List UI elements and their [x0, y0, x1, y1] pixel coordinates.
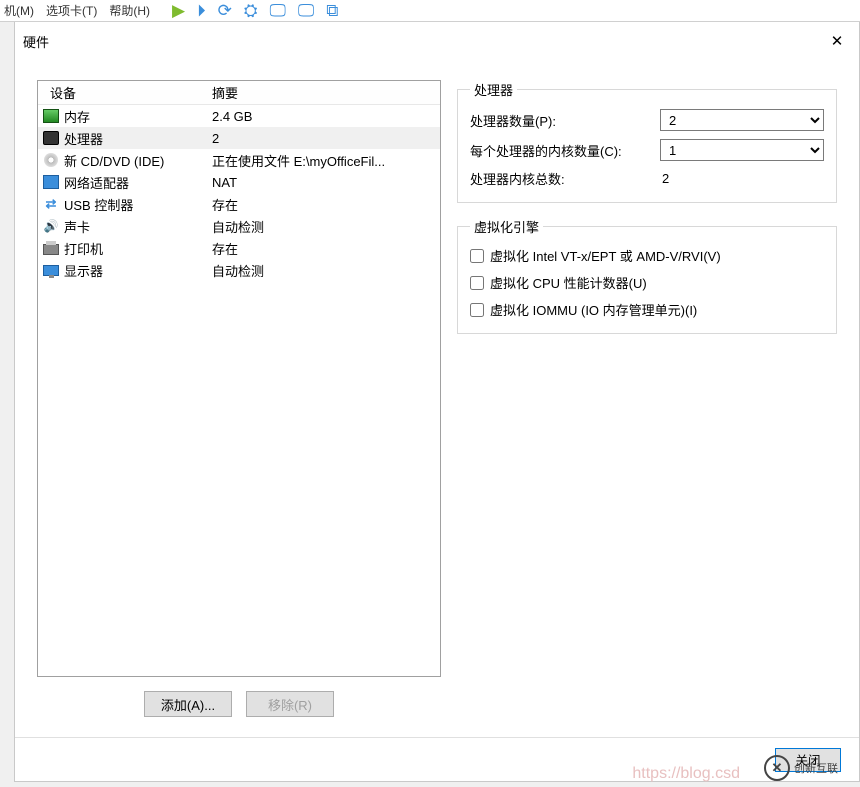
- usb-icon: ⇄: [43, 197, 59, 211]
- device-panel: 设备 摘要 内存 2.4 GB 处理器 2: [37, 80, 441, 717]
- tool-icon[interactable]: ⧉: [326, 1, 338, 21]
- device-row-printer[interactable]: 打印机 存在: [38, 237, 440, 259]
- play-icon[interactable]: ▶: [172, 1, 185, 21]
- device-list-header: 设备 摘要: [38, 81, 440, 105]
- add-device-button[interactable]: 添加(A)...: [144, 691, 232, 717]
- printer-icon: [43, 244, 59, 255]
- vt-x-checkbox[interactable]: [470, 249, 484, 263]
- menu-item[interactable]: 选项卡(T): [46, 2, 97, 19]
- virtualization-group: 虚拟化引擎 虚拟化 Intel VT-x/EPT 或 AMD-V/RVI(V) …: [457, 217, 837, 334]
- device-list: 设备 摘要 内存 2.4 GB 处理器 2: [37, 80, 441, 677]
- menu-item[interactable]: 帮助(H): [109, 2, 150, 19]
- display-icon: [43, 265, 59, 276]
- header-summary: 摘要: [212, 83, 440, 102]
- memory-icon: [43, 109, 59, 123]
- dialog-title: 硬件: [23, 32, 49, 51]
- tool-icon[interactable]: ⟳: [218, 1, 232, 21]
- cores-per-processor-select[interactable]: 1: [660, 139, 824, 161]
- total-cores-value: 2: [660, 171, 824, 186]
- device-row-sound[interactable]: 🔊 声卡 自动检测: [38, 215, 440, 237]
- device-row-display[interactable]: 显示器 自动检测: [38, 259, 440, 281]
- cores-per-processor-label: 每个处理器的内核数量(C):: [470, 141, 660, 160]
- vm-icon[interactable]: ⏵: [197, 1, 206, 21]
- cpu-perf-checkbox-row[interactable]: 虚拟化 CPU 性能计数器(U): [470, 273, 824, 292]
- dialog-titlebar: 硬件 ✕: [15, 22, 859, 60]
- iommu-label: 虚拟化 IOMMU (IO 内存管理单元)(I): [490, 300, 697, 319]
- menu-item[interactable]: 机(M): [4, 2, 34, 19]
- tool-icon[interactable]: 🖵: [269, 1, 285, 21]
- device-row-cddvd[interactable]: 新 CD/DVD (IDE) 正在使用文件 E:\myOfficeFil...: [38, 149, 440, 171]
- close-icon[interactable]: ✕: [815, 22, 859, 60]
- tool-icon[interactable]: ⛭: [244, 1, 258, 21]
- network-icon: [43, 175, 59, 189]
- device-row-usb[interactable]: ⇄ USB 控制器 存在: [38, 193, 440, 215]
- remove-device-button[interactable]: 移除(R): [246, 691, 334, 717]
- header-device: 设备: [38, 83, 212, 102]
- total-cores-label: 处理器内核总数:: [470, 169, 660, 188]
- close-button[interactable]: 关闭: [775, 748, 841, 772]
- tool-icon[interactable]: 🖵: [298, 1, 314, 21]
- iommu-checkbox-row[interactable]: 虚拟化 IOMMU (IO 内存管理单元)(I): [470, 300, 824, 319]
- processor-settings-panel: 处理器 处理器数量(P): 2 每个处理器的内核数量(C):: [457, 80, 837, 717]
- menu-bar: 机(M) 选项卡(T) 帮助(H) ▶ ⏵ ⟳ ⛭ 🖵 🖵 ⧉: [0, 0, 860, 22]
- cpu-perf-checkbox[interactable]: [470, 276, 484, 290]
- cpu-icon: [43, 131, 59, 145]
- disc-icon: [44, 153, 58, 167]
- processors-group: 处理器 处理器数量(P): 2 每个处理器的内核数量(C):: [457, 80, 837, 203]
- dialog-footer: 关闭: [15, 737, 859, 781]
- cpu-perf-label: 虚拟化 CPU 性能计数器(U): [490, 273, 647, 292]
- sound-icon: 🔊: [43, 219, 59, 233]
- processors-group-label: 处理器: [470, 80, 517, 99]
- vt-x-checkbox-row[interactable]: 虚拟化 Intel VT-x/EPT 或 AMD-V/RVI(V): [470, 246, 824, 265]
- device-row-processor[interactable]: 处理器 2: [38, 127, 440, 149]
- toolbar-icons: ▶ ⏵ ⟳ ⛭ 🖵 🖵 ⧉: [172, 1, 338, 21]
- iommu-checkbox[interactable]: [470, 303, 484, 317]
- processor-count-label: 处理器数量(P):: [470, 111, 660, 130]
- virtualization-group-label: 虚拟化引擎: [470, 217, 543, 236]
- device-row-network[interactable]: 网络适配器 NAT: [38, 171, 440, 193]
- vt-x-label: 虚拟化 Intel VT-x/EPT 或 AMD-V/RVI(V): [490, 246, 721, 265]
- hardware-settings-dialog: 硬件 ✕ 设备 摘要 内存 2.4 GB: [14, 22, 860, 782]
- device-row-memory[interactable]: 内存 2.4 GB: [38, 105, 440, 127]
- processor-count-select[interactable]: 2: [660, 109, 824, 131]
